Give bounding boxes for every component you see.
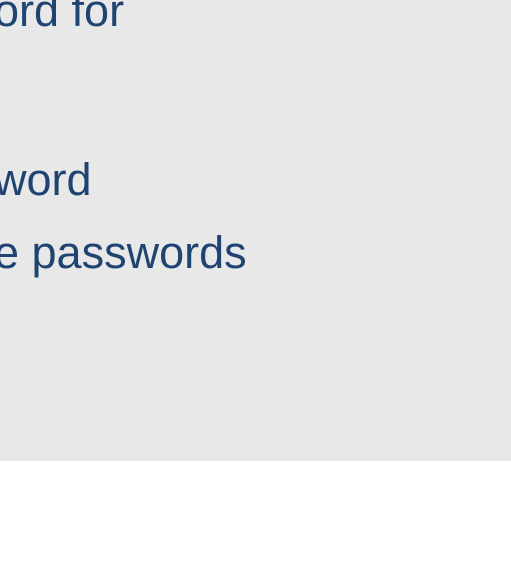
- menu-panel: ord for word e passwords: [0, 0, 511, 461]
- menu-item-passwords[interactable]: e passwords: [0, 230, 247, 275]
- menu-item-password-for[interactable]: ord for: [0, 0, 124, 33]
- menu-item-password[interactable]: word: [0, 157, 92, 202]
- page-background-area: [0, 461, 511, 568]
